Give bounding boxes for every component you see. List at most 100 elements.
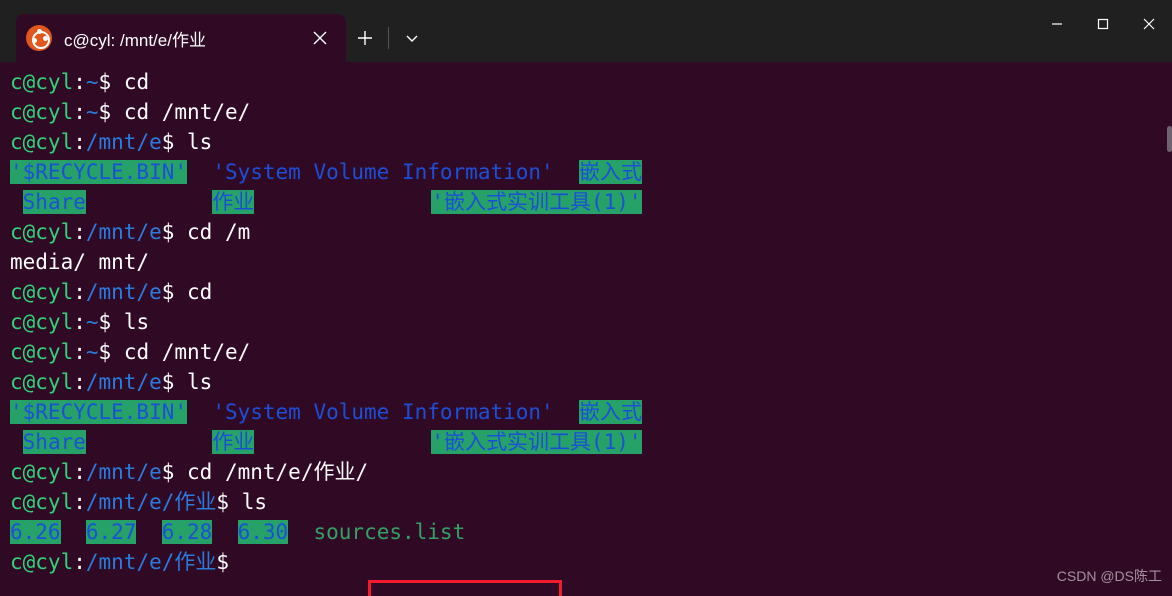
ls-entry bbox=[288, 520, 313, 544]
watermark: CSDN @DS陈工 bbox=[1056, 568, 1162, 584]
prompt-dollar: $ bbox=[98, 340, 112, 364]
terminal-line: c@cyl:/mnt/e$ cd bbox=[10, 277, 642, 307]
prompt-user-host: c@cyl bbox=[10, 340, 74, 364]
prompt-user-host: c@cyl bbox=[10, 220, 74, 244]
prompt-path: /mnt/e/作业 bbox=[85, 550, 217, 574]
terminal-line: '$RECYCLE.BIN' 'System Volume Informatio… bbox=[10, 157, 642, 187]
prompt-dollar: $ bbox=[161, 460, 175, 484]
ls-entry bbox=[212, 520, 237, 544]
ls-entry: '$RECYCLE.BIN' bbox=[10, 160, 188, 184]
ubuntu-icon bbox=[26, 25, 52, 51]
prompt-user-host: c@cyl bbox=[10, 550, 74, 574]
output-text: media/ mnt/ bbox=[10, 250, 150, 274]
window-controls bbox=[1034, 0, 1172, 48]
terminal-line: c@cyl:~$ cd /mnt/e/ bbox=[10, 337, 642, 367]
ls-entry: Share bbox=[22, 190, 86, 214]
terminal-line: '$RECYCLE.BIN' 'System Volume Informatio… bbox=[10, 397, 642, 427]
ls-entry: 'System Volume Information' bbox=[212, 400, 554, 424]
prompt-path: ~ bbox=[85, 100, 99, 124]
terminal-line: c@cyl:/mnt/e/作业$ ls bbox=[10, 487, 642, 517]
prompt-path: /mnt/e bbox=[85, 370, 162, 394]
prompt-path: ~ bbox=[85, 340, 99, 364]
prompt-path: /mnt/e/作业 bbox=[85, 490, 217, 514]
terminal-line: c@cyl:/mnt/e$ cd /m bbox=[10, 217, 642, 247]
tab-strip: c@cyl: /mnt/e/作业 bbox=[0, 0, 431, 62]
ls-entry: 嵌入式 bbox=[578, 160, 642, 184]
terminal-line: Share 作业 '嵌入式实训工具(1)' bbox=[10, 187, 642, 217]
minimize-button[interactable] bbox=[1034, 0, 1080, 48]
prompt-user-host: c@cyl bbox=[10, 310, 74, 334]
ls-entry bbox=[254, 430, 431, 454]
annotation-rectangle bbox=[368, 580, 562, 596]
prompt-dollar: $ bbox=[98, 100, 112, 124]
ls-entry bbox=[86, 190, 212, 214]
chevron-down-icon[interactable] bbox=[393, 18, 431, 58]
prompt-colon: : bbox=[73, 340, 86, 364]
ls-entry: 'System Volume Information' bbox=[212, 160, 554, 184]
prompt-user-host: c@cyl bbox=[10, 370, 74, 394]
prompt-dollar: $ bbox=[216, 490, 230, 514]
prompt-user-host: c@cyl bbox=[10, 70, 74, 94]
prompt-colon: : bbox=[73, 310, 86, 334]
ls-entry bbox=[86, 430, 212, 454]
terminal-tab[interactable]: c@cyl: /mnt/e/作业 bbox=[16, 14, 346, 62]
prompt-path: /mnt/e bbox=[85, 280, 162, 304]
ls-entry: 作业 bbox=[212, 430, 255, 454]
command-text: cd /m bbox=[174, 220, 251, 244]
terminal-line: c@cyl:/mnt/e$ cd /mnt/e/作业/ bbox=[10, 457, 642, 487]
ls-entry: '$RECYCLE.BIN' bbox=[10, 400, 188, 424]
command-text: ls bbox=[111, 310, 150, 334]
ls-entry bbox=[554, 400, 579, 424]
terminal-line: c@cyl:/mnt/e$ ls bbox=[10, 127, 642, 157]
terminal-pane[interactable]: c@cyl:~$ cd c@cyl:~$ cd /mnt/e/c@cyl:/mnt… bbox=[0, 62, 1172, 596]
command-text: cd /mnt/e/作业/ bbox=[174, 460, 369, 484]
prompt-colon: : bbox=[73, 220, 86, 244]
prompt-path: /mnt/e bbox=[85, 130, 162, 154]
ls-entry: 6.30 bbox=[237, 520, 289, 544]
ls-entry bbox=[187, 400, 212, 424]
terminal-window: c@cyl: /mnt/e/作业 c@cyl:~$ cd c@cyl:~$ cd… bbox=[0, 0, 1172, 596]
prompt-dollar: $ bbox=[98, 70, 112, 94]
prompt-dollar: $ bbox=[161, 370, 175, 394]
close-tab-icon[interactable] bbox=[300, 18, 340, 58]
ls-entry: 作业 bbox=[212, 190, 255, 214]
ls-entry bbox=[10, 430, 23, 454]
terminal-line: c@cyl:/mnt/e/作业$ bbox=[10, 547, 642, 577]
terminal-line: c@cyl:/mnt/e$ ls bbox=[10, 367, 642, 397]
tab-separator bbox=[388, 27, 389, 49]
prompt-user-host: c@cyl bbox=[10, 130, 74, 154]
ls-entry: '嵌入式实训工具(1)' bbox=[431, 190, 642, 214]
prompt-path: ~ bbox=[85, 70, 99, 94]
terminal-screen: c@cyl:~$ cd c@cyl:~$ cd /mnt/e/c@cyl:/mnt… bbox=[10, 67, 642, 577]
terminal-line: Share 作业 '嵌入式实训工具(1)' bbox=[10, 427, 642, 457]
command-text: cd bbox=[111, 70, 150, 94]
terminal-line: media/ mnt/ bbox=[10, 247, 642, 277]
prompt-colon: : bbox=[73, 550, 86, 574]
prompt-colon: : bbox=[73, 100, 86, 124]
prompt-colon: : bbox=[73, 460, 86, 484]
command-text: cd bbox=[174, 280, 213, 304]
prompt-user-host: c@cyl bbox=[10, 100, 74, 124]
terminal-line: 6.26 6.27 6.28 6.30 sources.list bbox=[10, 517, 642, 547]
ls-entry: 6.28 bbox=[161, 520, 213, 544]
prompt-user-host: c@cyl bbox=[10, 280, 74, 304]
ls-entry bbox=[136, 520, 161, 544]
close-window-button[interactable] bbox=[1126, 0, 1172, 48]
new-tab-button[interactable] bbox=[346, 18, 384, 58]
ls-entry bbox=[187, 160, 212, 184]
command-text: ls bbox=[229, 490, 267, 514]
scrollbar-thumb[interactable] bbox=[1167, 126, 1172, 152]
prompt-dollar: $ bbox=[161, 280, 175, 304]
prompt-path: /mnt/e bbox=[85, 460, 162, 484]
terminal-line: c@cyl:~$ cd bbox=[10, 67, 642, 97]
ls-entry: Share bbox=[22, 430, 86, 454]
command-text: ls bbox=[174, 130, 213, 154]
prompt-path: /mnt/e bbox=[85, 220, 162, 244]
prompt-colon: : bbox=[73, 370, 86, 394]
prompt-dollar: $ bbox=[161, 220, 175, 244]
prompt-user-host: c@cyl bbox=[10, 490, 74, 514]
prompt-colon: : bbox=[73, 70, 86, 94]
maximize-button[interactable] bbox=[1080, 0, 1126, 48]
tab-title: c@cyl: /mnt/e/作业 bbox=[64, 30, 206, 50]
prompt-dollar: $ bbox=[161, 130, 175, 154]
